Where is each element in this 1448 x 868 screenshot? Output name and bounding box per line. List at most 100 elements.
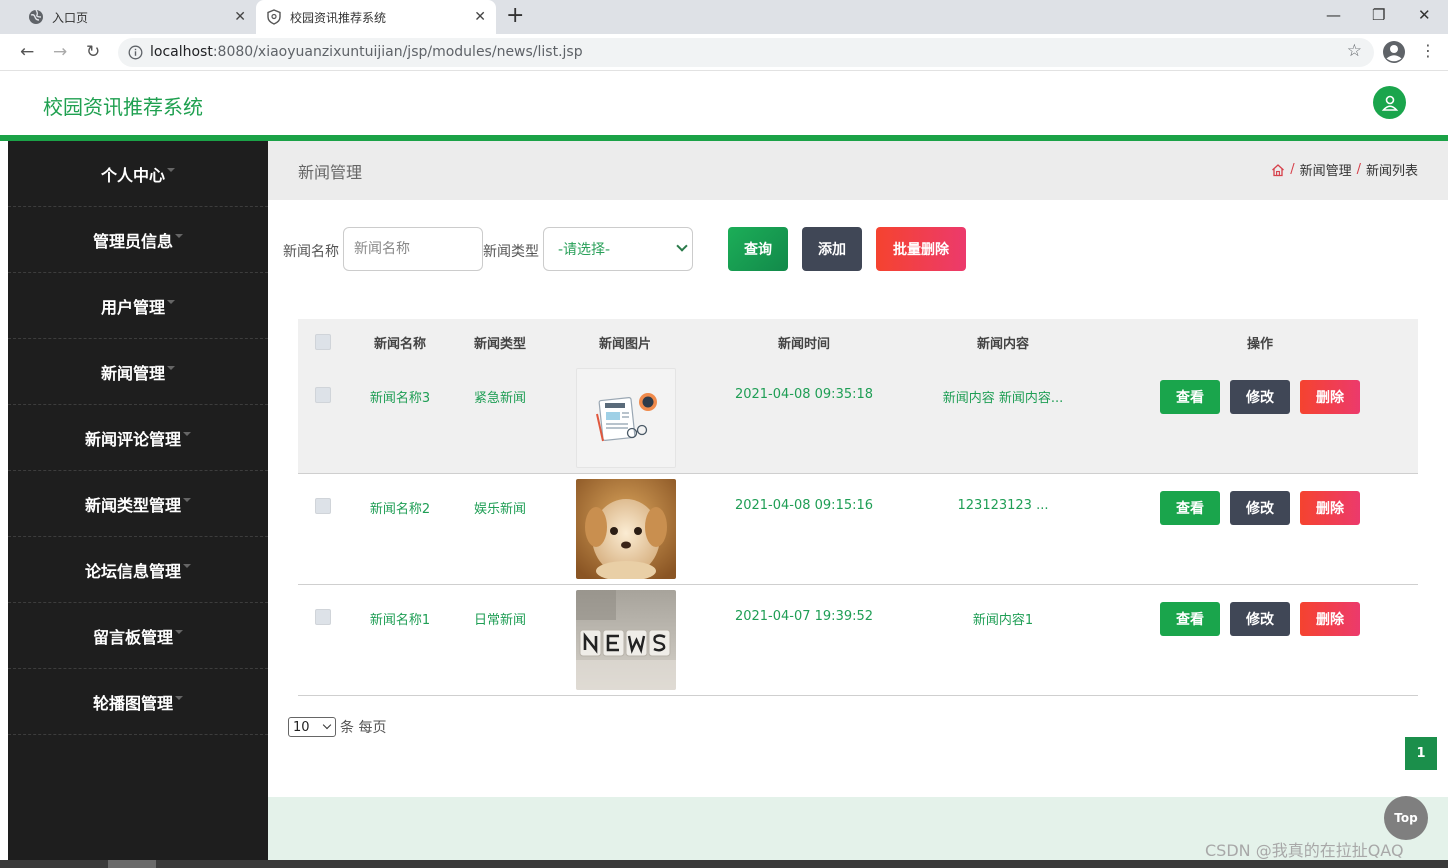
new-tab-button[interactable]: + [506,5,524,27]
sidebar-item-news-management[interactable]: 新闻管理 [8,339,268,405]
column-header: 新闻类型 [473,337,527,352]
browser-tabstrip: 入口页 ✕ 校园资讯推荐系统 ✕ + — ❐ ✕ [0,0,1448,34]
news-name-cell: 新闻名称2 [369,502,431,517]
main-content: 新闻管理 / 新闻管理 / 新闻列表 新闻名称 新闻类型 -请选择- 查询 添加… [268,141,1448,868]
caret-down-icon [183,431,191,436]
sidebar-item-label: 用户管理 [100,297,165,317]
sidebar-item-carousel-management[interactable]: 轮播图管理 [8,669,268,735]
url-host: localhost [150,44,213,60]
row-checkbox[interactable] [315,498,331,514]
sidebar: 个人中心 管理员信息 用户管理 新闻管理 新闻评论管理 新闻类型管理 论坛信息管… [8,141,268,868]
sidebar-item-label: 个人中心 [100,165,165,185]
window-close-icon[interactable]: ✕ [1418,6,1431,24]
news-type-cell: 紧急新闻 [473,391,527,406]
edit-button[interactable]: 修改 [1230,380,1290,414]
view-button[interactable]: 查看 [1160,380,1220,414]
back-to-top-button[interactable]: Top [1384,796,1428,840]
news-time-cell: 2021-04-08 09:15:16 [734,498,874,513]
globe-icon [28,9,44,25]
browser-menu-icon[interactable]: ⋮ [1420,41,1436,60]
browser-tab-app[interactable]: 校园资讯推荐系统 ✕ [256,0,496,34]
bulk-delete-button[interactable]: 批量删除 [876,227,966,271]
delete-button[interactable]: 删除 [1300,380,1360,414]
app-header: 校园资讯推荐系统 [0,71,1448,135]
news-name-input[interactable] [343,227,483,271]
caret-down-icon [167,299,175,304]
edit-button[interactable]: 修改 [1230,602,1290,636]
close-icon[interactable]: ✕ [474,9,486,25]
news-image-thumbnail[interactable] [576,368,676,468]
home-icon[interactable] [1271,163,1285,177]
reload-icon[interactable]: ↻ [86,42,100,62]
minimize-icon[interactable]: — [1326,6,1341,24]
sidebar-item-label: 新闻评论管理 [84,429,181,449]
browser-tab-title: 入口页 [52,10,89,25]
news-name-cell: 新闻名称3 [369,391,431,406]
breadcrumb-item[interactable]: 新闻管理 [1300,160,1352,179]
sidebar-item-forum-management[interactable]: 论坛信息管理 [8,537,268,603]
url-path: :8080/xiaoyuanzixuntuijian/jsp/modules/n… [212,44,583,60]
close-icon[interactable]: ✕ [234,9,246,25]
caret-down-icon [175,629,183,634]
restore-icon[interactable]: ❐ [1372,6,1385,24]
query-button[interactable]: 查询 [728,227,788,271]
sidebar-item-comment-management[interactable]: 新闻评论管理 [8,405,268,471]
breadcrumb-bar: 新闻管理 / 新闻管理 / 新闻列表 [268,141,1448,200]
delete-button[interactable]: 删除 [1300,491,1360,525]
caret-down-icon [175,695,183,700]
caret-down-icon [175,233,183,238]
add-button[interactable]: 添加 [802,227,862,271]
page-number-button[interactable]: 1 [1405,737,1437,770]
url-text: localhost:8080/xiaoyuanzixuntuijian/jsp/… [150,44,583,60]
bookmark-star-icon[interactable]: ☆ [1347,41,1362,61]
sidebar-item-personal-center[interactable]: 个人中心 [8,141,268,207]
sidebar-item-label: 管理员信息 [92,231,173,251]
news-type-cell: 娱乐新闻 [473,502,527,517]
user-avatar-button[interactable] [1373,86,1406,119]
sidebar-item-label: 轮播图管理 [92,693,173,713]
news-dice-photo-image [576,590,676,690]
taskbar-item[interactable] [108,860,156,868]
view-button[interactable]: 查看 [1160,491,1220,525]
news-time-cell: 2021-04-08 09:35:18 [734,387,874,402]
sidebar-item-news-type-management[interactable]: 新闻类型管理 [8,471,268,537]
page-title: 新闻管理 [298,163,363,182]
news-type-cell: 日常新闻 [473,613,527,628]
news-image-thumbnail[interactable] [576,590,676,690]
sidebar-item-user-management[interactable]: 用户管理 [8,273,268,339]
sidebar-item-message-board[interactable]: 留言板管理 [8,603,268,669]
page-size-control: 10 条 每页 [288,717,386,737]
sidebar-item-label: 新闻类型管理 [84,495,181,515]
browser-tab-entry[interactable]: 入口页 ✕ [18,0,256,34]
table-row: 新闻名称1 日常新闻 2021-04-07 19:39:52 新闻内容1 查看 … [298,585,1418,696]
edit-button[interactable]: 修改 [1230,491,1290,525]
address-bar[interactable]: localhost:8080/xiaoyuanzixuntuijian/jsp/… [118,38,1374,67]
news-name-label: 新闻名称 [283,244,339,260]
profile-icon[interactable] [1382,40,1406,64]
column-header: 新闻名称 [373,337,427,352]
breadcrumb: / 新闻管理 / 新闻列表 [1271,160,1418,179]
row-checkbox[interactable] [315,609,331,625]
news-content-cell: 新闻内容1 [972,613,1034,628]
back-icon[interactable]: ← [20,42,34,62]
puppy-photo-image [576,479,676,579]
row-checkbox[interactable] [315,387,331,403]
table-header: 新闻名称 新闻类型 新闻图片 新闻时间 新闻内容 操作 [298,319,1418,363]
news-time-cell: 2021-04-07 19:39:52 [734,609,874,624]
view-button[interactable]: 查看 [1160,602,1220,636]
page-size-suffix: 条 每页 [340,720,387,736]
column-header: 新闻图片 [598,337,652,352]
sidebar-item-admin-info[interactable]: 管理员信息 [8,207,268,273]
page-size-select[interactable]: 10 [288,717,336,737]
caret-down-icon [167,167,175,172]
forward-icon[interactable]: → [53,42,67,62]
column-header: 新闻内容 [976,337,1030,352]
caret-down-icon [183,497,191,502]
watermark-text: CSDN @我真的在拉扯QAQ [1205,841,1404,860]
news-image-thumbnail[interactable] [576,479,676,579]
select-all-checkbox[interactable] [315,334,331,350]
news-type-select[interactable]: -请选择- [543,227,693,271]
delete-button[interactable]: 删除 [1300,602,1360,636]
app-title: 校园资讯推荐系统 [43,95,203,119]
news-content-cell: 新闻内容 新闻内容... [942,391,1064,406]
